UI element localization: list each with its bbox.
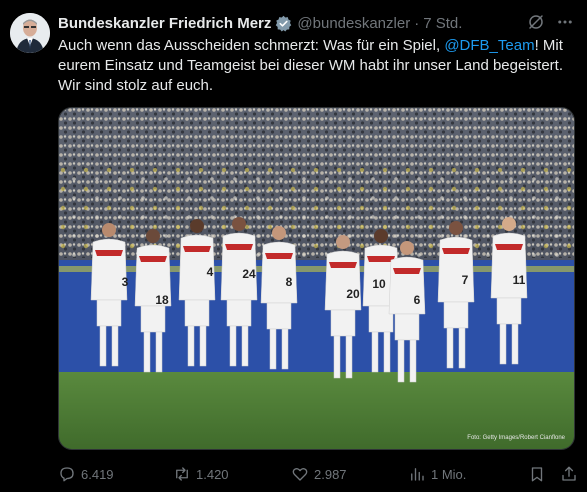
bookmark-button[interactable] (528, 465, 551, 483)
views-button[interactable]: 1 Mio. (408, 465, 466, 483)
author-name[interactable]: Bundeskanzler Friedrich Merz (58, 15, 271, 32)
jersey-number: 24 (242, 267, 256, 281)
header-separator: · (414, 14, 420, 32)
jersey-number: 4 (207, 265, 214, 279)
jersey-number: 6 (414, 293, 421, 307)
author-avatar[interactable] (10, 13, 50, 53)
tweet-actions: 6.419 1.420 2.987 1 Mio. (58, 462, 577, 486)
reply-count: 6.419 (81, 466, 114, 482)
like-count: 2.987 (314, 466, 347, 482)
reply-button[interactable]: 6.419 (58, 465, 114, 483)
more-options-icon[interactable] (555, 13, 575, 36)
tweet-text-part: Auch wenn das Ausscheiden schmerzt: Was … (58, 37, 445, 54)
verified-badge-icon (275, 15, 292, 32)
jersey-number: 11 (513, 273, 526, 287)
jersey-number: 7 (462, 273, 469, 287)
bookmark-icon (531, 467, 543, 482)
author-handle[interactable]: @bundeskanzler (297, 15, 410, 32)
jersey-number: 3 (122, 275, 129, 289)
repost-count: 1.420 (196, 466, 229, 482)
view-count: 1 Mio. (431, 466, 467, 482)
tweet-text: Auch wenn das Ausscheiden schmerzt: Was … (58, 36, 578, 96)
like-button[interactable]: 2.987 (291, 465, 347, 483)
tweet-header: Bundeskanzler Friedrich Merz @bundeskanz… (58, 12, 575, 34)
share-button[interactable] (560, 465, 583, 483)
reply-icon (60, 467, 74, 482)
jersey-number: 8 (286, 275, 293, 289)
jersey-number: 18 (155, 293, 169, 307)
repost-icon (176, 467, 188, 481)
tweet-photo[interactable]: 3 18 4 24 8 20 10 6 7 11 Foto: Getty Ima… (58, 107, 575, 450)
heart-icon (292, 467, 308, 481)
mention-link[interactable]: @DFB_Team (444, 37, 534, 54)
tweet-time[interactable]: 7 Std. (423, 15, 462, 32)
views-chart-icon (411, 468, 424, 481)
share-icon (562, 466, 576, 481)
grok-icon[interactable] (527, 13, 545, 36)
repost-button[interactable]: 1.420 (173, 465, 229, 483)
photo-credit: Foto: Getty Images/Robert Cianflone (467, 435, 565, 441)
jersey-number: 20 (346, 287, 360, 301)
jersey-number: 10 (372, 277, 386, 291)
